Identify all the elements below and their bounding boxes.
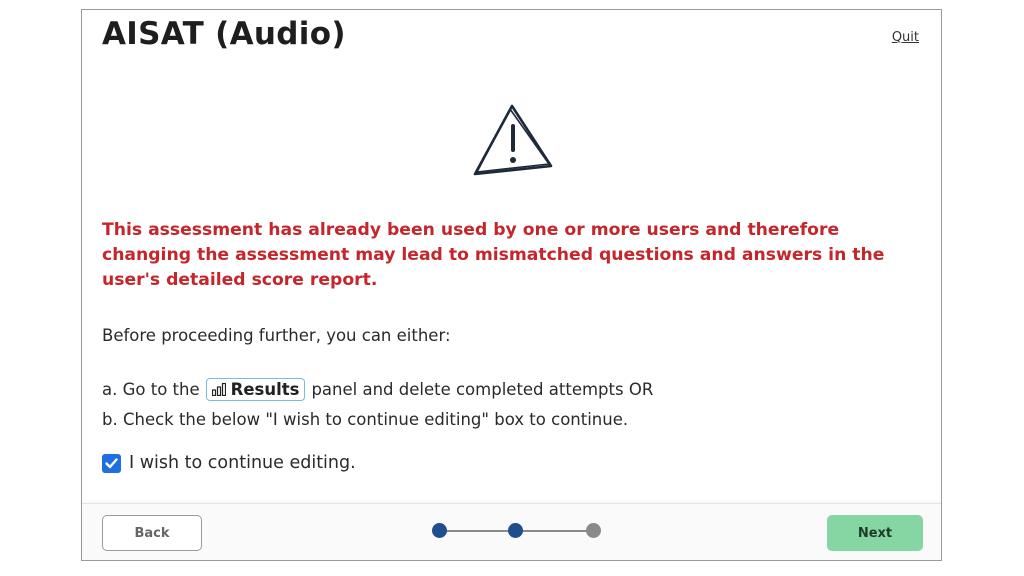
- results-panel-link[interactable]: Results: [205, 378, 306, 401]
- step-dot-1: [432, 523, 447, 538]
- step-dot-3: [586, 523, 601, 538]
- option-a-prefix: a. Go to the: [102, 380, 200, 399]
- stepper-connector: [440, 530, 516, 532]
- continue-editing-checkbox[interactable]: I wish to continue editing.: [102, 453, 356, 473]
- option-a: a. Go to the Results panel and delete co…: [102, 378, 653, 401]
- footer-bar: Back Next: [82, 503, 941, 560]
- back-button[interactable]: Back: [102, 515, 202, 551]
- next-button[interactable]: Next: [827, 515, 923, 551]
- warning-message: This assessment has already been used by…: [102, 220, 885, 290]
- checkbox-label: I wish to continue editing.: [129, 453, 356, 473]
- quit-link[interactable]: Quit: [892, 30, 919, 45]
- instructions-intro: Before proceeding further, you can eithe…: [102, 326, 451, 345]
- option-a-suffix: panel and delete completed attempts OR: [311, 380, 654, 399]
- option-b: b. Check the below "I wish to continue e…: [102, 410, 629, 429]
- results-label: Results: [230, 380, 300, 399]
- step-dot-2: [508, 523, 523, 538]
- modal-frame: AISAT (Audio) Quit This assessment has a…: [81, 9, 942, 561]
- stepper-connector: [518, 530, 594, 532]
- checkbox-checked-icon[interactable]: [102, 453, 121, 473]
- page-title: AISAT (Audio): [102, 16, 346, 52]
- progress-stepper: [430, 522, 602, 540]
- bar-chart-icon: [211, 383, 226, 396]
- warning-triangle-icon: [473, 104, 553, 176]
